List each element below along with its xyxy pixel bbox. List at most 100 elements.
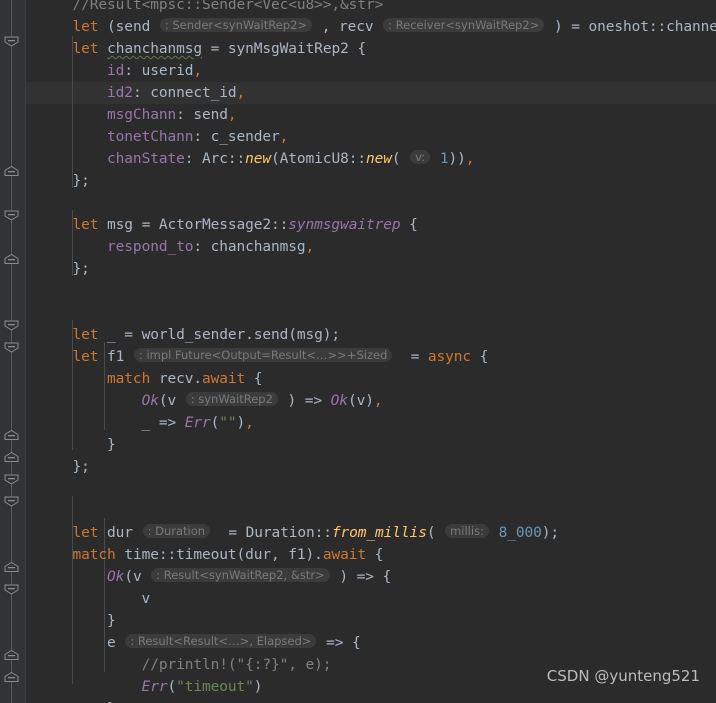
line-blank-5[interactable]	[38, 500, 716, 522]
code-token: }	[38, 437, 116, 453]
code-token: Err	[141, 679, 168, 695]
fold-fold-collapse-start-icon[interactable]	[4, 496, 19, 507]
code-token: , recv	[313, 19, 383, 35]
fold-fold-collapse-end-icon[interactable]	[4, 430, 19, 441]
line-arm-ok-result[interactable]: Ok(v : Result<synWaitRep2, &str> ) => {	[38, 566, 716, 588]
fold-fold-collapse-start-icon[interactable]	[4, 36, 19, 47]
line-close-async[interactable]: };	[38, 456, 716, 478]
fold-fold-collapse-start-icon[interactable]	[4, 320, 19, 331]
line-match-recv-await[interactable]: match recv.await {	[38, 368, 716, 390]
code-token: {	[471, 349, 489, 365]
code-token: (	[167, 679, 177, 695]
line-comment-println[interactable]: //println!("{:?}", e);	[38, 654, 716, 676]
code-token: ,	[465, 151, 475, 167]
editor-gutter[interactable]	[0, 0, 26, 703]
code-token: new	[365, 151, 392, 167]
code-line-group[interactable]: //Result<mpsc::Sender<Vec<u8>>,&str> let…	[26, 0, 716, 703]
code-token: : c_sender	[193, 129, 280, 145]
line-let-f1-async[interactable]: let f1 : impl Future<Output=Result<…>>+S…	[38, 346, 716, 368]
line-blank-2[interactable]	[38, 280, 716, 302]
code-token: _ =>	[38, 415, 185, 431]
fold-fold-collapse-end-icon[interactable]	[4, 650, 19, 661]
line-close-elapsed-arm[interactable]: }	[38, 698, 716, 703]
code-token: chanchanmsg	[107, 41, 202, 57]
line-comment-result[interactable]: //Result<mpsc::Sender<Vec<u8>>,&str>	[38, 0, 716, 16]
line-err-timeout[interactable]: Err("timeout")	[38, 676, 716, 698]
inlay-hint: : Sender<synWaitRep2>	[159, 18, 313, 32]
code-token: let	[72, 327, 99, 343]
line-blank-3[interactable]	[38, 302, 716, 324]
code-token: ,	[305, 239, 315, 255]
line-arm-ok-v[interactable]: Ok(v : synWaitRep2 ) => Ok(v),	[38, 390, 716, 412]
code-token: dur	[98, 525, 142, 541]
inlay-hint: : Result<Result<…>, Elapsed>	[125, 634, 317, 648]
line-world-sender-send[interactable]: let _ = world_sender.send(msg);	[38, 324, 716, 346]
line-field-chanstate[interactable]: chanState: Arc::new(AtomicU8::new( v: 1)…	[38, 148, 716, 170]
code-token: ))	[448, 151, 466, 167]
fold-fold-collapse-end-icon[interactable]	[4, 562, 19, 573]
code-token: {	[365, 547, 384, 563]
line-close-chanchanmsg[interactable]: };	[38, 170, 716, 192]
code-token: ) = oneshot::channel	[545, 19, 716, 35]
line-field-id[interactable]: id: userid,	[38, 60, 716, 82]
code-token: let	[72, 349, 99, 365]
code-token: //Result<mpsc::Sender<Vec<u8>>,&str>	[72, 0, 384, 13]
fold-fold-collapse-start-icon[interactable]	[4, 474, 19, 485]
line-close-match-inner[interactable]: }	[38, 434, 716, 456]
code-token: = Duration::	[211, 525, 332, 541]
code-token: (v	[124, 569, 151, 585]
fold-fold-collapse-start-icon[interactable]	[4, 342, 19, 353]
code-token: )	[253, 679, 263, 695]
line-blank-1[interactable]	[38, 192, 716, 214]
line-field-id2[interactable]: id2: connect_id,	[38, 82, 716, 104]
code-token: ""	[219, 415, 237, 431]
code-token: Ok	[330, 393, 348, 409]
line-value-v[interactable]: v	[38, 588, 716, 610]
line-close-msg[interactable]: };	[38, 258, 716, 280]
line-field-respond-to[interactable]: respond_to: chanchanmsg,	[38, 236, 716, 258]
line-let-msg[interactable]: let msg = ActorMessage2::synmsgwaitrep {	[38, 214, 716, 236]
fold-fold-collapse-end-icon[interactable]	[4, 166, 19, 177]
code-token: new	[245, 151, 272, 167]
line-match-timeout[interactable]: match time::timeout(dur, f1).await {	[38, 544, 716, 566]
line-field-msgchann[interactable]: msgChann: send,	[38, 104, 716, 126]
code-editor[interactable]: //Result<mpsc::Sender<Vec<u8>>,&str> let…	[0, 0, 716, 703]
code-token: match	[72, 547, 116, 563]
code-token: _ = world_sender.send(msg);	[98, 327, 341, 343]
code-token: ) => {	[330, 569, 392, 585]
line-close-ok-arm[interactable]: }	[38, 610, 716, 632]
line-field-tonetchann[interactable]: tonetChann: c_sender,	[38, 126, 716, 148]
code-token: => {	[317, 635, 361, 651]
code-token: (	[426, 525, 445, 541]
fold-fold-collapse-end-icon[interactable]	[4, 254, 19, 265]
code-token: //println!("{:?}", e);	[141, 657, 332, 673]
line-arm-elapsed[interactable]: e : Result<Result<…>, Elapsed> => {	[38, 632, 716, 654]
code-token: =	[393, 349, 428, 365]
code-token: id2	[107, 85, 133, 101]
line-let-dur[interactable]: let dur : Duration = Duration::from_mill…	[38, 522, 716, 544]
code-token: from_millis	[331, 525, 427, 541]
line-let-oneshot-channel[interactable]: let (send : Sender<synWaitRep2> , recv :…	[38, 16, 716, 38]
fold-fold-collapse-start-icon[interactable]	[4, 210, 19, 221]
line-blank-4[interactable]	[38, 478, 716, 500]
inlay-hint: millis:	[445, 524, 489, 538]
code-surface[interactable]: //Result<mpsc::Sender<Vec<u8>>,&str> let…	[26, 0, 716, 703]
code-token: : connect_id	[132, 85, 237, 101]
fold-fold-collapse-end-icon[interactable]	[4, 672, 19, 683]
code-token: await	[201, 371, 246, 387]
fold-fold-collapse-end-icon[interactable]	[4, 452, 19, 463]
fold-fold-collapse-start-icon[interactable]	[4, 584, 19, 595]
line-arm-err-empty[interactable]: _ => Err(""),	[38, 412, 716, 434]
code-token: 8_000	[498, 525, 542, 541]
line-let-chanchanmsg[interactable]: let chanchanmsg = synMsgWaitRep2 {	[38, 38, 716, 60]
